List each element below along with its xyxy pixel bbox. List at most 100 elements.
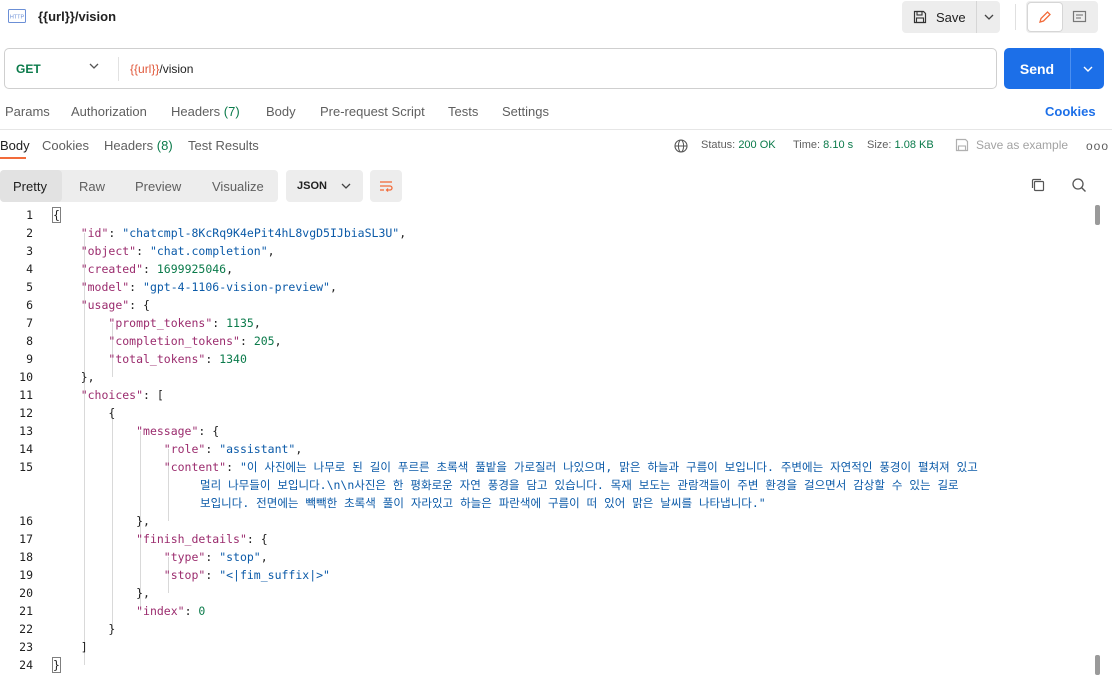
time-label: Time: <box>793 139 821 151</box>
search-icon[interactable] <box>1071 177 1087 193</box>
request-tabs: Params Authorization Headers (7) Body Pr… <box>0 104 1112 124</box>
status-readout[interactable]: Status: 200 OK <box>701 139 776 151</box>
tab-params[interactable]: Params <box>5 104 50 119</box>
chevron-down-icon[interactable] <box>89 63 99 69</box>
size-readout[interactable]: Size: 1.08 KB <box>867 139 934 151</box>
json-key: "type" <box>163 550 206 564</box>
json-string: 멀리 나무들이 보입니다.\n\n사진은 한 평화로운 자연 풍경을 담고 있습… <box>200 478 959 492</box>
chevron-down-icon <box>984 14 993 20</box>
tab-headers[interactable]: Headers (7) <box>171 104 240 119</box>
json-key: "total_tokens" <box>108 352 206 366</box>
code-line: 23 ] <box>0 638 1090 656</box>
json-string: "chat.completion" <box>149 244 268 258</box>
headers-count: (7) <box>223 104 240 119</box>
svg-text:HTTP: HTTP <box>10 15 25 21</box>
json-number: 1340 <box>219 352 247 366</box>
save-button[interactable]: Save <box>902 1 976 33</box>
json-key: "stop" <box>163 568 206 582</box>
comments-mode-button[interactable] <box>1062 3 1096 31</box>
wrap-lines-button[interactable] <box>370 170 402 202</box>
url-input[interactable]: {{url}}/vision <box>130 62 193 76</box>
line-number: 24 <box>19 658 33 672</box>
format-label: JSON <box>297 180 327 192</box>
line-number: 16 <box>19 514 33 528</box>
code-line: 8 "completion_tokens": 205, <box>0 332 1090 350</box>
json-key: "prompt_tokens" <box>108 316 213 330</box>
view-raw-button[interactable]: Raw <box>79 170 105 202</box>
url-variable: {{url}} <box>130 62 160 76</box>
status-label: Status: <box>701 139 736 151</box>
view-visualize-button[interactable]: Visualize <box>212 170 264 202</box>
scrollbar-thumb-bottom[interactable] <box>1095 655 1100 675</box>
code-line: 5 "model": "gpt-4-1106-vision-preview", <box>0 278 1090 296</box>
tab-response-body[interactable]: Body <box>0 138 30 153</box>
line-number: 9 <box>26 352 33 366</box>
json-string: "chatcmpl-8KcRq9K4ePit4hL8vgD5IJbiaSL3U" <box>122 226 400 240</box>
response-body-viewer[interactable]: 1{ 2 "id": "chatcmpl-8KcRq9K4ePit4hL8vgD… <box>0 206 1090 682</box>
code-line: 17 "finish_details": { <box>0 530 1090 548</box>
code-text: "model": "gpt-4-1106-vision-preview", <box>80 280 337 294</box>
code-line: 21 "index": 0 <box>0 602 1090 620</box>
divider <box>118 57 119 81</box>
divider <box>0 129 1112 130</box>
time-readout[interactable]: Time: 8.10 s <box>793 139 853 151</box>
cookies-link[interactable]: Cookies <box>1045 104 1096 119</box>
tab-pre-request-script[interactable]: Pre-request Script <box>320 104 425 119</box>
json-string: "stop" <box>219 550 261 564</box>
scrollbar-thumb[interactable] <box>1095 205 1100 225</box>
divider <box>1015 4 1016 30</box>
code-line: 19 "stop": "<|fim_suffix|>" <box>0 566 1090 584</box>
tab-body[interactable]: Body <box>266 104 296 119</box>
save-options-button[interactable] <box>976 1 1000 33</box>
code-line: 13 "message": { <box>0 422 1090 440</box>
send-options-button[interactable] <box>1070 48 1104 89</box>
code-text: "finish_details": { <box>136 532 268 546</box>
response-headers-count: (8) <box>156 138 173 153</box>
view-preview-button[interactable]: Preview <box>135 170 181 202</box>
save-icon <box>913 10 927 24</box>
send-button[interactable]: Send <box>1004 48 1070 89</box>
line-number: 6 <box>26 298 33 312</box>
tab-headers-label: Headers <box>171 104 221 119</box>
json-key: "message" <box>136 424 199 438</box>
json-key: "usage" <box>80 298 130 312</box>
code-line: 10 }, <box>0 368 1090 386</box>
code-line: 20 }, <box>0 584 1090 602</box>
code-text: "created": 1699925046, <box>80 262 234 276</box>
code-text: "usage": { <box>80 298 150 312</box>
request-title[interactable]: {{url}}/vision <box>38 9 116 24</box>
code-text: } <box>52 657 61 673</box>
line-number: 3 <box>26 244 33 258</box>
json-string: "gpt-4-1106-vision-preview" <box>143 280 330 294</box>
code-text: }, <box>53 514 150 528</box>
code-text: "message": { <box>136 424 220 438</box>
save-as-example-button[interactable]: Save as example <box>976 138 1068 152</box>
tab-authorization[interactable]: Authorization <box>71 104 147 119</box>
format-select[interactable]: JSON <box>286 170 363 202</box>
line-number: 23 <box>19 640 33 654</box>
pencil-icon <box>1039 11 1051 23</box>
copy-icon[interactable] <box>1030 177 1046 193</box>
json-key: "model" <box>80 280 130 294</box>
edit-mode-button[interactable] <box>1028 3 1062 31</box>
size-value: 1.08 KB <box>894 139 934 151</box>
code-line: 14 "role": "assistant", <box>0 440 1090 458</box>
globe-icon[interactable] <box>674 139 688 153</box>
line-number: 1 <box>26 208 33 222</box>
more-options-icon[interactable]: ooo <box>1086 139 1109 153</box>
code-line: 1{ <box>0 206 1090 224</box>
tab-tests[interactable]: Tests <box>448 104 478 119</box>
line-number: 19 <box>19 568 33 582</box>
url-bar: GET {{url}}/vision <box>4 48 997 89</box>
size-label: Size: <box>867 139 892 151</box>
code-text: { <box>52 207 61 223</box>
method-select[interactable]: GET <box>16 62 41 76</box>
http-icon: HTTP <box>8 9 26 23</box>
view-pretty-button[interactable]: Pretty <box>0 170 62 202</box>
code-line: 2 "id": "chatcmpl-8KcRq9K4ePit4hL8vgD5IJ… <box>0 224 1090 242</box>
tab-response-headers[interactable]: Headers (8) <box>104 138 173 153</box>
tab-response-cookies[interactable]: Cookies <box>42 138 89 153</box>
tab-settings[interactable]: Settings <box>502 104 549 119</box>
code-line: 11 "choices": [ <box>0 386 1090 404</box>
tab-test-results[interactable]: Test Results <box>188 138 259 153</box>
